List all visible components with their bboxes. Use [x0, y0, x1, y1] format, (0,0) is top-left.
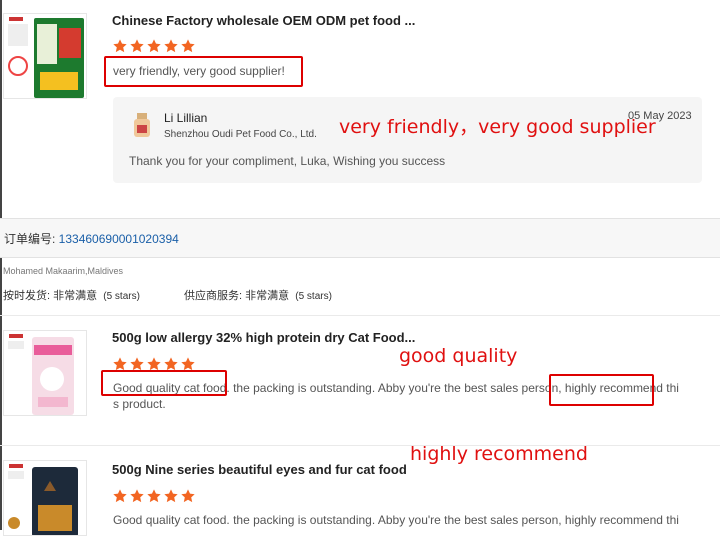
annotation-text: good quality: [399, 345, 518, 367]
highlight-box: [101, 370, 227, 396]
rating-stars: [112, 488, 196, 506]
supplier-avatar: [134, 113, 150, 137]
annotation-text: highly recommend: [410, 443, 588, 465]
star-icon: [130, 489, 144, 503]
product-thumbnail[interactable]: [3, 13, 87, 99]
reply-message: Thank you for your compliment, Luka, Wis…: [129, 154, 446, 168]
rating-value: 非常满意: [245, 290, 290, 302]
supplier-company: Shenzhou Oudi Pet Food Co., Ltd.: [164, 129, 317, 140]
product-thumbnail[interactable]: [3, 330, 87, 416]
annotation-text: very friendly，very good supplier: [339, 116, 656, 138]
order-number-link[interactable]: 133460690001020394: [59, 232, 179, 246]
highlight-box: [104, 56, 303, 87]
divider-line: [0, 445, 720, 446]
cat-food-bag-image: [4, 331, 86, 415]
rating-stars: [112, 38, 196, 56]
product-thumbnail[interactable]: [3, 460, 87, 536]
rating-stars-text: (5 stars): [295, 291, 332, 302]
product-title[interactable]: 500g Nine series beautiful eyes and fur …: [112, 462, 407, 477]
star-icon: [113, 489, 127, 503]
star-icon: [164, 39, 178, 53]
star-icon: [147, 489, 161, 503]
star-icon: [147, 39, 161, 53]
supplier-name: Li Lillian: [164, 111, 208, 125]
divider-line: [0, 315, 720, 316]
rating-label: 按时发货:: [3, 290, 51, 302]
left-border: [0, 0, 2, 530]
product-title[interactable]: Chinese Factory wholesale OEM ODM pet fo…: [112, 13, 415, 28]
rating-stars-text: (5 stars): [103, 291, 140, 302]
order-label: 订单编号:: [4, 232, 59, 246]
rating-service: 供应商服务: 非常满意 (5 stars): [184, 287, 332, 303]
rating-value: 非常满意: [53, 290, 98, 302]
rating-shipping: 按时发货: 非常满意 (5 stars): [3, 287, 140, 303]
star-icon: [130, 39, 144, 53]
review-text: Good quality cat food. the packing is ou…: [113, 513, 679, 527]
star-icon: [164, 489, 178, 503]
pet-food-bag-image: [4, 14, 86, 98]
star-icon: [181, 489, 195, 503]
rating-label: 供应商服务:: [184, 290, 243, 302]
order-number-row: 订单编号: 133460690001020394: [4, 230, 179, 247]
star-icon: [113, 39, 127, 53]
highlight-box: [549, 374, 654, 406]
product-title[interactable]: 500g low allergy 32% high protein dry Ca…: [112, 330, 415, 345]
cat-food-bag-image: [4, 461, 86, 535]
buyer-name: Mohamed Makaarim,Maldives: [3, 266, 124, 276]
supplier-reply: [113, 97, 702, 183]
star-icon: [181, 39, 195, 53]
